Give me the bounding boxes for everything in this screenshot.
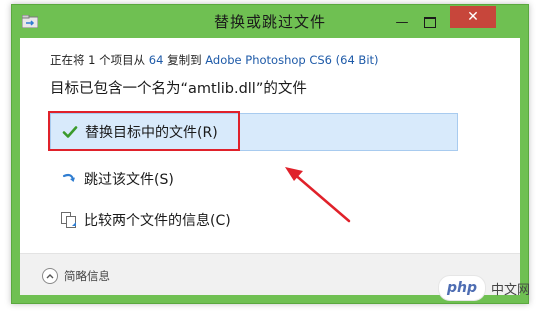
minimize-button[interactable]: — [388,11,416,33]
destination-folder-link[interactable]: Adobe Photoshop CS6 (64 Bit) [205,53,378,67]
fewer-details-toggle[interactable]: 简略信息 [42,268,110,284]
maximize-icon [424,16,436,28]
title-bar[interactable]: 替换或跳过文件 — ✕ [12,5,528,39]
skip-file-label: 跳过该文件(S) [84,172,174,188]
skip-file-option[interactable]: 跳过该文件(S) [50,160,458,198]
red-annotation-arrow [285,167,351,223]
close-button[interactable]: ✕ [450,6,496,28]
maximize-button[interactable] [416,11,444,33]
close-icon: ✕ [467,9,479,25]
red-annotation-box [48,111,240,151]
watermark-text: 中文网 [491,282,531,298]
conflict-heading: 目标已包含一个名为“amtlib.dll”的文件 [50,81,307,97]
compare-files-label: 比较两个文件的信息(C) [84,213,231,229]
minimize-icon: — [395,14,409,30]
chevron-up-icon [42,268,58,284]
skip-arrow-icon [58,168,80,190]
php-logo-badge: php [438,275,486,301]
fewer-details-label: 简略信息 [64,269,110,283]
copy-status-prefix: 正在将 1 个项目从 [50,53,149,67]
compare-files-option[interactable]: 比较两个文件的信息(C) [50,201,458,239]
replace-or-skip-dialog: 替换或跳过文件 — ✕ 正在将 1 个项目从 64 复制到 Adobe Phot… [11,4,529,304]
copy-status-text: 正在将 1 个项目从 64 复制到 Adobe Photoshop CS6 (6… [50,52,379,68]
php-cn-watermark: php 中文网 [438,273,541,303]
copy-status-middle: 复制到 [163,53,206,67]
compare-files-icon [58,209,80,231]
dialog-body: 正在将 1 个项目从 64 复制到 Adobe Photoshop CS6 (6… [20,38,520,295]
replace-file-option[interactable]: 替换目标中的文件(R) [48,111,458,151]
source-folder-link[interactable]: 64 [149,53,164,67]
